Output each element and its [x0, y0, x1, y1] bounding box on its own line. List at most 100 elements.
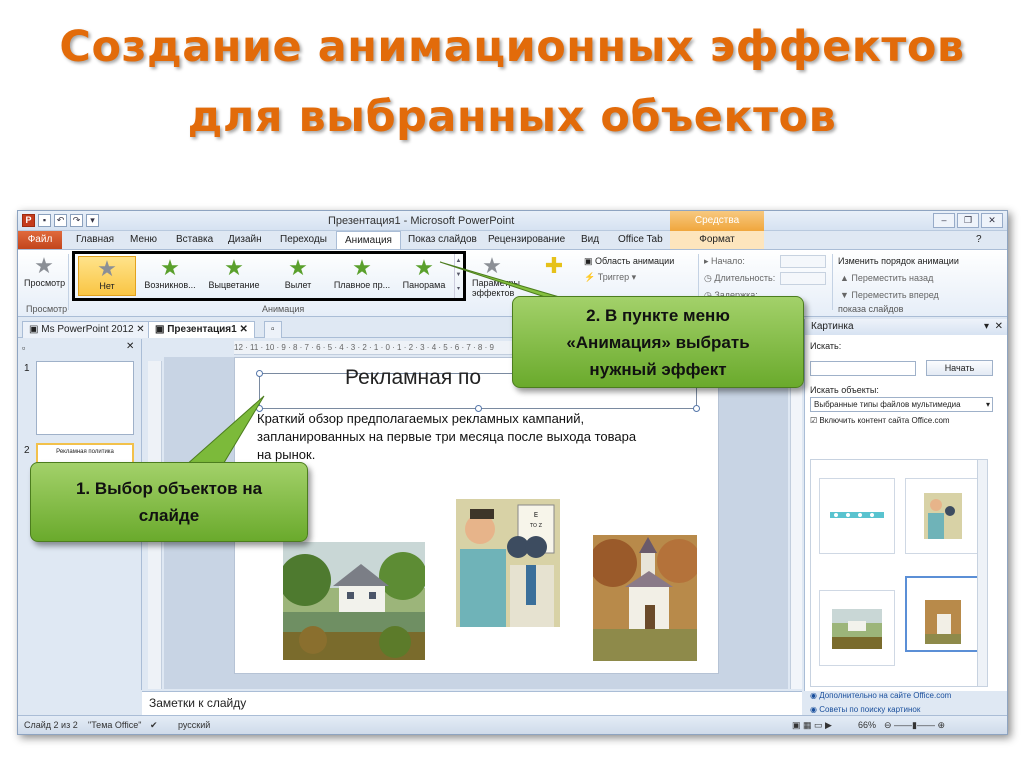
effect-fade-label: Выцветание — [208, 280, 260, 290]
effect-fade[interactable]: ★ Выцветание — [205, 256, 263, 291]
window-controls: – ❐ ✕ — [933, 213, 1003, 228]
effect-none[interactable]: ★ Нет — [78, 256, 136, 296]
callout-select-objects: 1. Выбор объектов на слайде — [30, 462, 308, 542]
ribbon-separator — [832, 254, 833, 310]
page-title-line-1: Создание анимационных эффектов — [59, 22, 965, 72]
slides-pane-close-icon[interactable]: ✕ — [126, 341, 134, 352]
slide-body-text[interactable]: Краткий обзор предполагаемых рекламных к… — [257, 410, 697, 464]
callout-2-line-3: нужный эффект — [589, 360, 727, 379]
effect-float-in-label: Плавное пр... — [333, 280, 391, 290]
clipart-result-banner[interactable] — [819, 478, 895, 554]
tab-slideshow[interactable]: Показ слайдов — [408, 234, 477, 245]
more-office-link[interactable]: ◉ Дополнительно на сайте Office.com — [810, 691, 951, 700]
effect-options-button[interactable]: ★ Параметры эффектов — [472, 253, 520, 299]
undo-icon[interactable]: ↶ — [54, 214, 67, 227]
new-tab-button[interactable]: ▫ — [264, 321, 282, 338]
editor-vertical-scrollbar[interactable] — [790, 357, 802, 689]
close-icon[interactable]: ✕ — [981, 213, 1003, 228]
tab-home[interactable]: Главная — [76, 234, 114, 245]
pan-star-icon: ★ — [414, 255, 434, 280]
duration-input[interactable] — [780, 272, 826, 285]
tab-view[interactable]: Вид — [581, 234, 599, 245]
media-type-select[interactable]: Выбранные типы файлов мультимедиа ▾ — [810, 397, 993, 412]
effect-pan[interactable]: ★ Панорама — [395, 255, 453, 291]
slide-thumb-2-number: 2 — [24, 445, 30, 456]
move-earlier-button[interactable]: ▲ Переместить назад — [840, 273, 933, 283]
zoom-level[interactable]: 66% — [858, 720, 876, 730]
tab-transitions[interactable]: Переходы — [280, 234, 327, 245]
pane-close-icon[interactable]: ✕ — [995, 321, 1003, 332]
powerpoint-icon: P — [22, 214, 35, 227]
clipart-result-optometrist[interactable] — [905, 478, 981, 554]
preview-label: Просмотр — [24, 278, 66, 288]
slides-pane-icon[interactable]: ▫ — [22, 343, 25, 353]
doc-tab-ms-powerpoint-2012[interactable]: ▣ Ms PowerPoint 2012 ✕ — [22, 321, 152, 338]
customize-qat-icon[interactable]: ▾ — [86, 214, 99, 227]
doc-tab-1-label: Ms PowerPoint 2012 — [41, 324, 134, 335]
slide-title[interactable]: Рекламная по — [345, 366, 481, 390]
tab-office-tab[interactable]: Office Tab — [618, 234, 663, 245]
move-later-button[interactable]: ▼ Переместить вперед — [840, 290, 939, 300]
optometrist-image[interactable]: E TO Z — [456, 499, 560, 627]
quick-access-toolbar: P ▪ ↶ ↷ ▾ — [22, 214, 99, 227]
effect-fly-in-label: Вылет — [284, 280, 312, 290]
svg-text:TO Z: TO Z — [529, 523, 543, 529]
drawing-tools-context-tab: Средства рисования — [670, 211, 764, 246]
doc-tab-2-label: Презентация1 — [167, 324, 237, 335]
restore-icon[interactable]: ❐ — [957, 213, 979, 228]
effect-fly-in[interactable]: ★ Вылет — [269, 256, 327, 291]
search-objects-label: Искать объекты: — [810, 385, 879, 395]
duration-label-text: Длительность: — [714, 273, 776, 283]
clipart-result-house[interactable] — [819, 590, 895, 666]
optometrist-thumbnail — [924, 493, 962, 539]
window-title: Презентация1 - Microsoft PowerPoint — [328, 215, 515, 227]
tab-menu[interactable]: Меню — [130, 234, 157, 245]
effect-appear-label: Возникнов... — [144, 280, 196, 290]
ribbon-separator — [68, 254, 69, 310]
church-autumn-image[interactable] — [593, 535, 697, 661]
search-tips-link[interactable]: ◉ Советы по поиску картинок — [810, 705, 920, 714]
add-animation-button[interactable]: ✚ — [534, 254, 574, 278]
save-icon[interactable]: ▪ — [38, 214, 51, 227]
preview-button[interactable]: ★ Просмотр — [24, 254, 66, 289]
effect-none-label: Нет — [99, 281, 115, 291]
effect-float-in[interactable]: ★ Плавное пр... — [333, 256, 391, 291]
tab-animation[interactable]: Анимация — [336, 231, 401, 250]
gallery-scroll[interactable]: ▲ ▼ ▾ — [454, 254, 462, 298]
callout-1-line-2: слайде — [138, 506, 200, 525]
slide-thumb-2-title: Рекламная политика — [56, 449, 114, 455]
view-buttons[interactable]: ▣ ▦ ▭ ▶ — [792, 720, 832, 731]
effect-options-label: Параметры — [472, 278, 520, 288]
tab-insert[interactable]: Вставка — [176, 234, 213, 245]
start-select[interactable] — [780, 255, 826, 268]
tab-design[interactable]: Дизайн — [228, 234, 262, 245]
redo-icon[interactable]: ↷ — [70, 214, 83, 227]
effect-appear[interactable]: ★ Возникнов... — [141, 256, 199, 291]
include-office-checkbox[interactable]: ☑ Включить контент сайта Office.com — [810, 416, 950, 425]
notes-pane[interactable]: Заметки к слайду — [142, 691, 802, 715]
house-landscape-image[interactable] — [283, 542, 425, 660]
effect-options-star-icon: ★ — [482, 253, 502, 278]
tab-format[interactable]: Формат — [670, 231, 764, 249]
slide-thumbnail-1[interactable] — [36, 361, 134, 435]
clipart-go-button[interactable]: Начать — [926, 360, 993, 376]
trigger-button[interactable]: ⚡ Триггер ▾ — [584, 272, 636, 283]
start-label: ▸ Начало: — [704, 256, 745, 266]
results-scrollbar[interactable] — [977, 460, 987, 686]
slide-body-line-3: на рынок. — [257, 447, 316, 462]
pane-menu-icon[interactable]: ▾ — [984, 321, 989, 332]
resize-handle[interactable] — [256, 370, 263, 377]
doc-tab-presentation1[interactable]: ▣ Презентация1 ✕ — [148, 321, 255, 338]
clipart-search-input[interactable] — [810, 361, 916, 376]
callout-1-line-1: 1. Выбор объектов на — [75, 479, 263, 498]
help-icon[interactable]: ? — [976, 234, 982, 245]
clipart-result-church[interactable] — [905, 576, 981, 652]
theme-name: "Тема Office" — [88, 720, 142, 730]
spellcheck-icon[interactable]: ✔ — [150, 720, 158, 731]
animation-pane-button[interactable]: ▣ Область анимации — [584, 256, 674, 267]
language[interactable]: русский — [178, 720, 210, 730]
tab-review[interactable]: Рецензирование — [488, 234, 565, 245]
tab-file[interactable]: Файл — [18, 231, 62, 249]
zoom-slider[interactable]: ⊖ ——▮—— ⊕ — [884, 720, 945, 731]
minimize-icon[interactable]: – — [933, 213, 955, 228]
